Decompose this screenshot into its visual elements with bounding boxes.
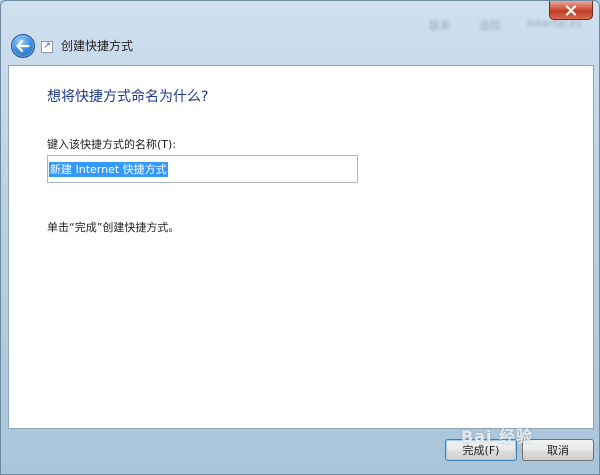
background-text: 追踪 (479, 19, 501, 32)
close-button[interactable] (549, 1, 593, 20)
wizard-content: 想将快捷方式命名为什么? 键入该快捷方式的名称(T): 新建 Internet … (8, 65, 594, 429)
window-title: 创建快捷方式 (61, 39, 134, 53)
back-button[interactable] (11, 34, 35, 58)
back-arrow-icon (16, 40, 30, 52)
shortcut-icon: ↗ (41, 41, 53, 53)
create-shortcut-window: 联系 追踪 Interfaces ↗ 创建快捷方式 想将快捷方式命名为什么? 键… (0, 0, 600, 475)
watermark-logo: Bai 经验 (461, 427, 534, 446)
background-text: 联系 (429, 19, 451, 32)
page-heading: 想将快捷方式命名为什么? (47, 89, 209, 105)
selected-input-text: 新建 Internet 快捷方式 (49, 162, 168, 177)
name-field-label: 键入该快捷方式的名称(T): (47, 138, 177, 151)
finish-hint: 单击“完成”创建快捷方式。 (47, 221, 180, 234)
close-icon (565, 4, 577, 16)
